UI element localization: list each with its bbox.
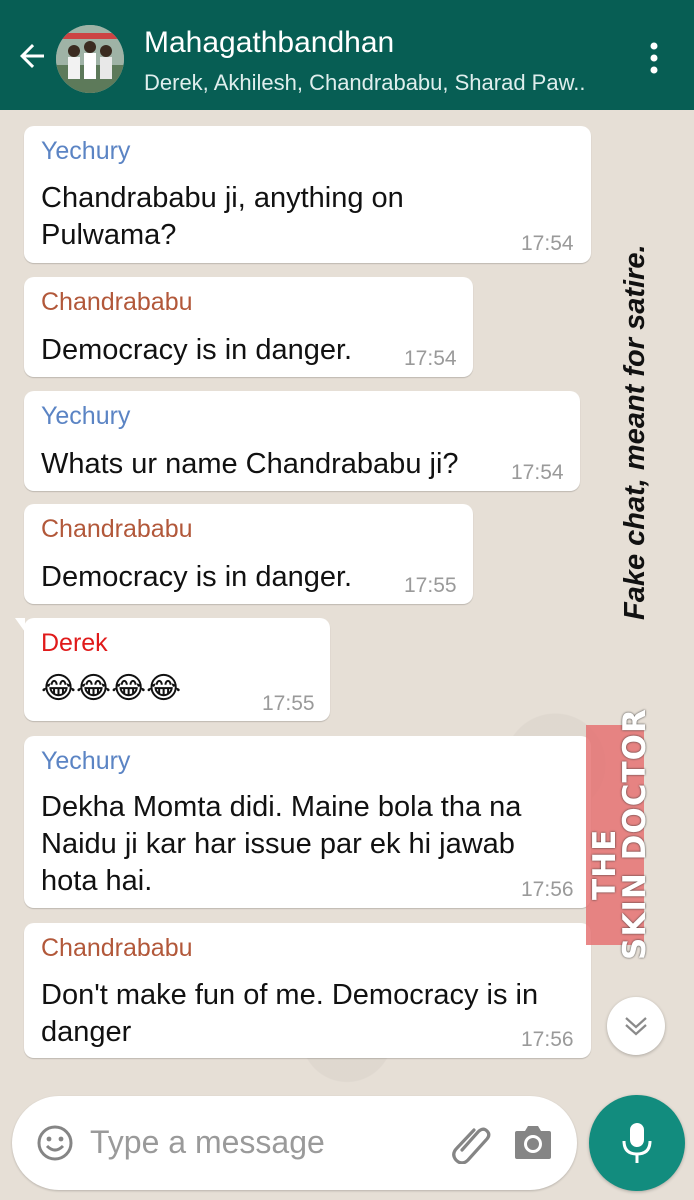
message-text: Don't make fun of me. Democracy is in [41,979,539,1011]
camera-icon[interactable] [513,1123,553,1161]
scroll-down-button[interactable] [607,997,665,1055]
message-sender: Chandrababu [41,934,193,962]
message-time: 17:55 [404,574,457,597]
message-time: 17:54 [404,347,457,370]
voice-message-button[interactable] [589,1095,685,1191]
message-sender: Yechury [41,137,131,165]
message-time: 17:56 [521,1028,574,1051]
message-text: Chandrababu ji, anything on [41,182,404,214]
message-text: Dekha Momta didi. Maine bola tha na [41,791,522,823]
message-text: danger [41,1016,132,1048]
message-input[interactable]: Type a message [90,1124,325,1161]
message-text: Democracy is in danger. [41,334,353,366]
message-text: Whats ur name Chandrababu ji? [41,448,459,480]
message-time: 17:56 [521,878,574,901]
message-sender: Derek [41,629,108,657]
bubble-tail [15,618,25,632]
emoji-icon[interactable] [36,1124,74,1162]
message-text: Naidu ji kar har issue par ek hi jawab [41,828,515,860]
mic-icon [622,1123,652,1163]
watermark-line: SKIN DOCTOR [617,708,653,960]
message-text: Pulwama? [41,219,177,251]
watermark-logo: THE SKIN DOCTOR [586,708,653,960]
message-bubble[interactable]: Yechury Dekha Momta didi. Maine bola tha… [24,736,591,908]
message-time: 17:54 [521,232,574,255]
satire-note: Fake chat, meant for satire. [619,244,651,620]
attach-icon[interactable] [448,1120,492,1164]
message-sender: Chandrababu [41,288,193,316]
message-text: Democracy is in danger. [41,561,353,593]
message-time: 17:55 [262,692,315,715]
message-text: hota hai. [41,865,153,897]
message-bubble[interactable]: Derek 😂😂😂😂 17:55 [15,618,330,721]
message-input-bar[interactable]: Type a message [12,1096,577,1190]
message-sender: Chandrababu [41,515,193,543]
group-avatar[interactable] [56,25,124,93]
chat-header: Mahagathbandhan Derek, Akhilesh, Chandra… [0,0,694,110]
back-arrow-icon[interactable] [14,38,50,74]
message-emoji: 😂😂😂😂 [41,672,182,705]
message-bubble[interactable]: Chandrababu Don't make fun of me. Democr… [24,923,591,1058]
chevron-down-icon [625,1017,647,1036]
message-sender: Yechury [41,402,131,430]
message-bubble[interactable]: Chandrababu Democracy is in danger. 17:5… [24,504,473,604]
chat-participants[interactable]: Derek, Akhilesh, Chandrababu, Sharad Paw… [144,70,586,96]
message-bubble[interactable]: Chandrababu Democracy is in danger. 17:5… [24,277,473,377]
watermark-line: THE [587,828,623,900]
message-time: 17:54 [511,461,564,484]
message-bubble[interactable]: Yechury Chandrababu ji, anything on Pulw… [24,126,591,263]
chat-title[interactable]: Mahagathbandhan [144,26,394,60]
message-sender: Yechury [41,747,131,775]
message-bubble[interactable]: Yechury Whats ur name Chandrababu ji? 17… [24,391,580,491]
more-vert-icon[interactable] [644,38,664,78]
